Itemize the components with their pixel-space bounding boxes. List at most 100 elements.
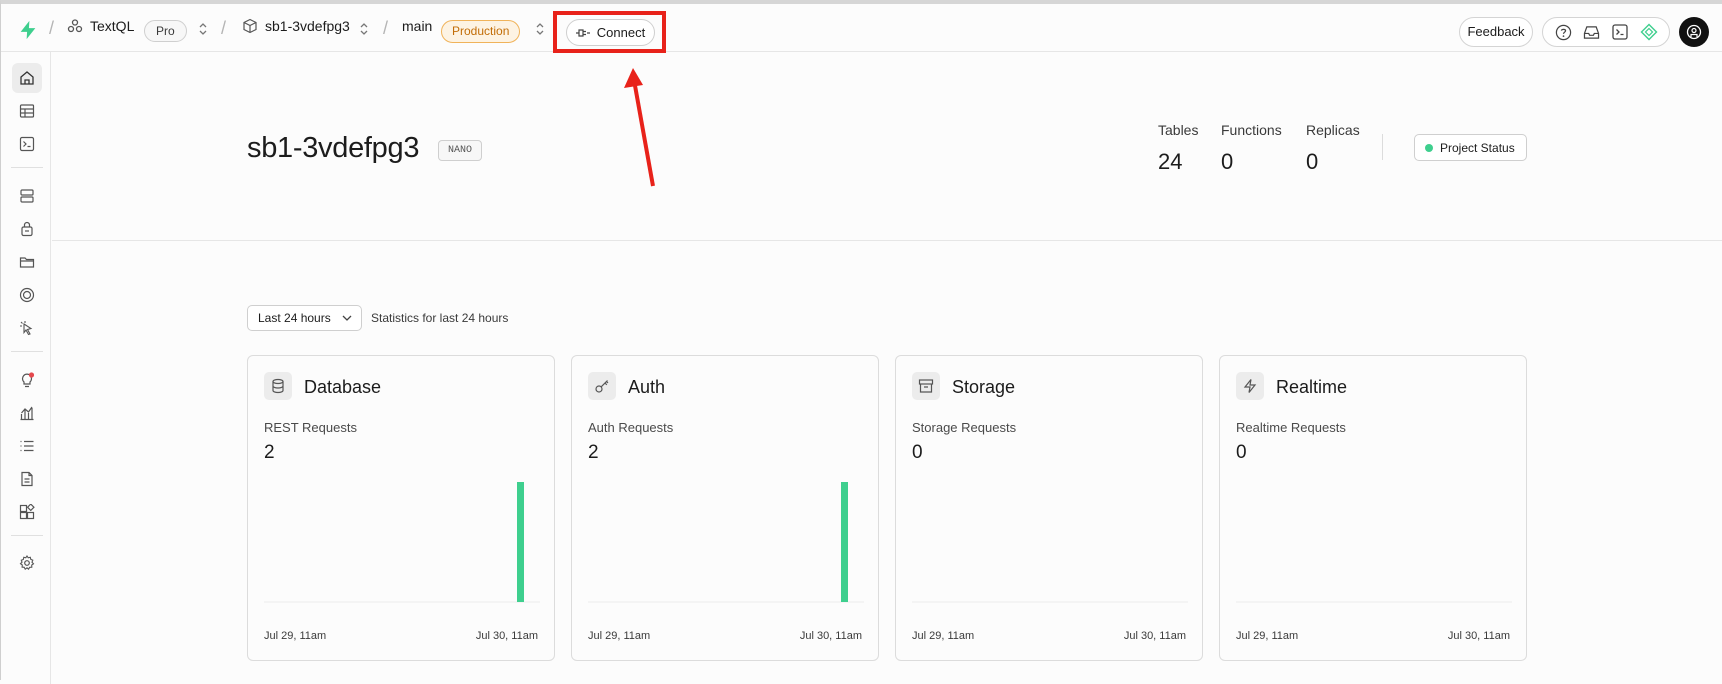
branch-switcher-chevron-icon[interactable] — [534, 21, 546, 37]
card-metric-value: 0 — [912, 442, 923, 463]
user-avatar[interactable] — [1679, 17, 1709, 47]
integrations-icon — [19, 504, 35, 520]
user-avatar-glyph-icon — [1686, 24, 1702, 40]
card-metric-value: 0 — [1236, 442, 1247, 463]
reports-icon — [20, 406, 34, 421]
database-icon — [20, 189, 34, 203]
sidebar-item-home[interactable] — [12, 63, 42, 93]
chart-x-start-label: Jul 29, 11am — [588, 630, 651, 642]
section-divider — [52, 240, 1722, 241]
card-bar-chart — [912, 601, 1188, 603]
supabase-logo-icon[interactable] — [17, 19, 39, 41]
database-icon — [264, 372, 292, 400]
card-metric-label: Storage Requests — [912, 420, 1017, 435]
advisors-icon — [21, 372, 35, 388]
status-dot-icon — [1425, 143, 1433, 152]
connect-button[interactable]: Connect — [566, 19, 655, 46]
card-bar-chart — [1236, 601, 1512, 603]
card-bar-chart — [264, 482, 540, 603]
help-icon[interactable] — [1553, 22, 1573, 42]
card-metric-label: Auth Requests — [588, 420, 674, 435]
project-status-button[interactable]: Project Status — [1414, 134, 1527, 161]
zap-icon — [1236, 372, 1264, 400]
feedback-button[interactable]: Feedback — [1459, 17, 1533, 47]
organization-icon — [67, 19, 83, 33]
sidebar-item-authentication[interactable] — [12, 214, 42, 244]
org-switcher-chevron-icon[interactable] — [197, 21, 209, 37]
branch-selector[interactable]: main — [402, 18, 432, 34]
chart-bar[interactable] — [841, 482, 848, 602]
key-icon — [588, 372, 616, 400]
sidebar-divider — [11, 535, 43, 536]
org-selector[interactable]: TextQL — [67, 18, 134, 34]
chart-x-end-label: Jul 30, 11am — [475, 630, 538, 642]
chart-x-end-label: Jul 30, 11am — [1123, 630, 1186, 642]
plug-icon — [575, 28, 590, 37]
card-title: Realtime — [1276, 377, 1348, 397]
assistant-icon[interactable] — [1639, 22, 1659, 42]
stat-value-tables: 24 — [1158, 149, 1183, 174]
table-editor-icon — [19, 104, 35, 118]
breadcrumb-separator: / — [221, 18, 227, 38]
usage-card-database[interactable]: Database REST Requests 2 Jul 29, 11am Ju… — [247, 355, 555, 661]
sidebar-item-sql-editor[interactable] — [12, 129, 42, 159]
card-title: Auth — [628, 377, 666, 397]
time-range-description: Statistics for last 24 hours — [371, 311, 509, 325]
chart-x-start-label: Jul 29, 11am — [1236, 630, 1299, 642]
chart-bar[interactable] — [517, 482, 524, 602]
auth-icon — [21, 221, 33, 237]
top-navigation-bar: / TextQL Pro / sb1-3vdefpg3 / main Produ… — [1, 4, 1722, 53]
sidebar-item-edge-functions[interactable] — [12, 280, 42, 310]
time-range-value: Last 24 hours — [258, 311, 331, 325]
sidebar-item-advisors[interactable] — [12, 365, 42, 395]
page-title: sb1-3vdefpg3 — [247, 132, 420, 164]
breadcrumb-separator: / — [383, 18, 389, 38]
sidebar-item-storage[interactable] — [12, 247, 42, 277]
sidebar-item-database[interactable] — [12, 181, 42, 211]
sidebar-item-settings[interactable] — [12, 548, 42, 578]
stat-label-functions: Functions — [1221, 122, 1282, 138]
sidebar-item-logs[interactable] — [12, 431, 42, 461]
stat-value-functions: 0 — [1221, 149, 1234, 174]
storage-icon — [19, 257, 35, 268]
environment-badge: Production — [441, 20, 521, 43]
sql-editor-icon — [19, 136, 35, 152]
card-title: Database — [304, 377, 382, 397]
card-metric-label: Realtime Requests — [1236, 420, 1346, 435]
realtime-icon — [20, 321, 33, 336]
chart-x-end-label: Jul 30, 11am — [1447, 630, 1510, 642]
card-metric-label: REST Requests — [264, 420, 357, 435]
cube-icon — [243, 18, 257, 34]
project-selector[interactable]: sb1-3vdefpg3 — [242, 18, 350, 34]
time-range-select[interactable]: Last 24 hours — [247, 305, 362, 331]
org-name: TextQL — [90, 18, 135, 34]
chevron-down-icon — [342, 315, 352, 321]
branch-name: main — [402, 18, 433, 34]
card-metric-value: 2 — [264, 442, 275, 463]
card-metric-value: 2 — [588, 442, 599, 463]
sidebar-item-reports[interactable] — [12, 398, 42, 428]
annotation-arrow — [624, 68, 655, 187]
sidebar-item-table-editor[interactable] — [12, 96, 42, 126]
inbox-icon[interactable] — [1582, 22, 1602, 42]
sidebar-divider — [11, 167, 43, 168]
sidebar-item-api-docs[interactable] — [12, 464, 42, 494]
card-title: Storage — [952, 377, 1016, 397]
usage-card-storage[interactable]: Storage Storage Requests 0 Jul 29, 11am … — [895, 355, 1203, 661]
app-window: / TextQL Pro / sb1-3vdefpg3 / main Produ… — [0, 0, 1722, 684]
edge-functions-icon — [19, 287, 35, 303]
archive-icon — [912, 372, 940, 400]
sidebar-item-integrations[interactable] — [12, 497, 42, 527]
usage-card-realtime[interactable]: Realtime Realtime Requests 0 Jul 29, 11a… — [1219, 355, 1527, 661]
chart-x-start-label: Jul 29, 11am — [912, 630, 975, 642]
sidebar-divider — [11, 351, 43, 352]
sidebar-item-realtime[interactable] — [12, 313, 42, 343]
card-bar-chart — [588, 482, 864, 603]
project-switcher-chevron-icon[interactable] — [358, 21, 370, 37]
chart-x-start-label: Jul 29, 11am — [264, 630, 327, 642]
usage-card-auth[interactable]: Auth Auth Requests 2 Jul 29, 11am Jul 30… — [571, 355, 879, 661]
terminal-icon[interactable] — [1610, 22, 1630, 42]
left-sidebar — [1, 52, 51, 684]
breadcrumb-separator: / — [49, 18, 55, 38]
stat-label-replicas: Replicas — [1306, 122, 1360, 138]
